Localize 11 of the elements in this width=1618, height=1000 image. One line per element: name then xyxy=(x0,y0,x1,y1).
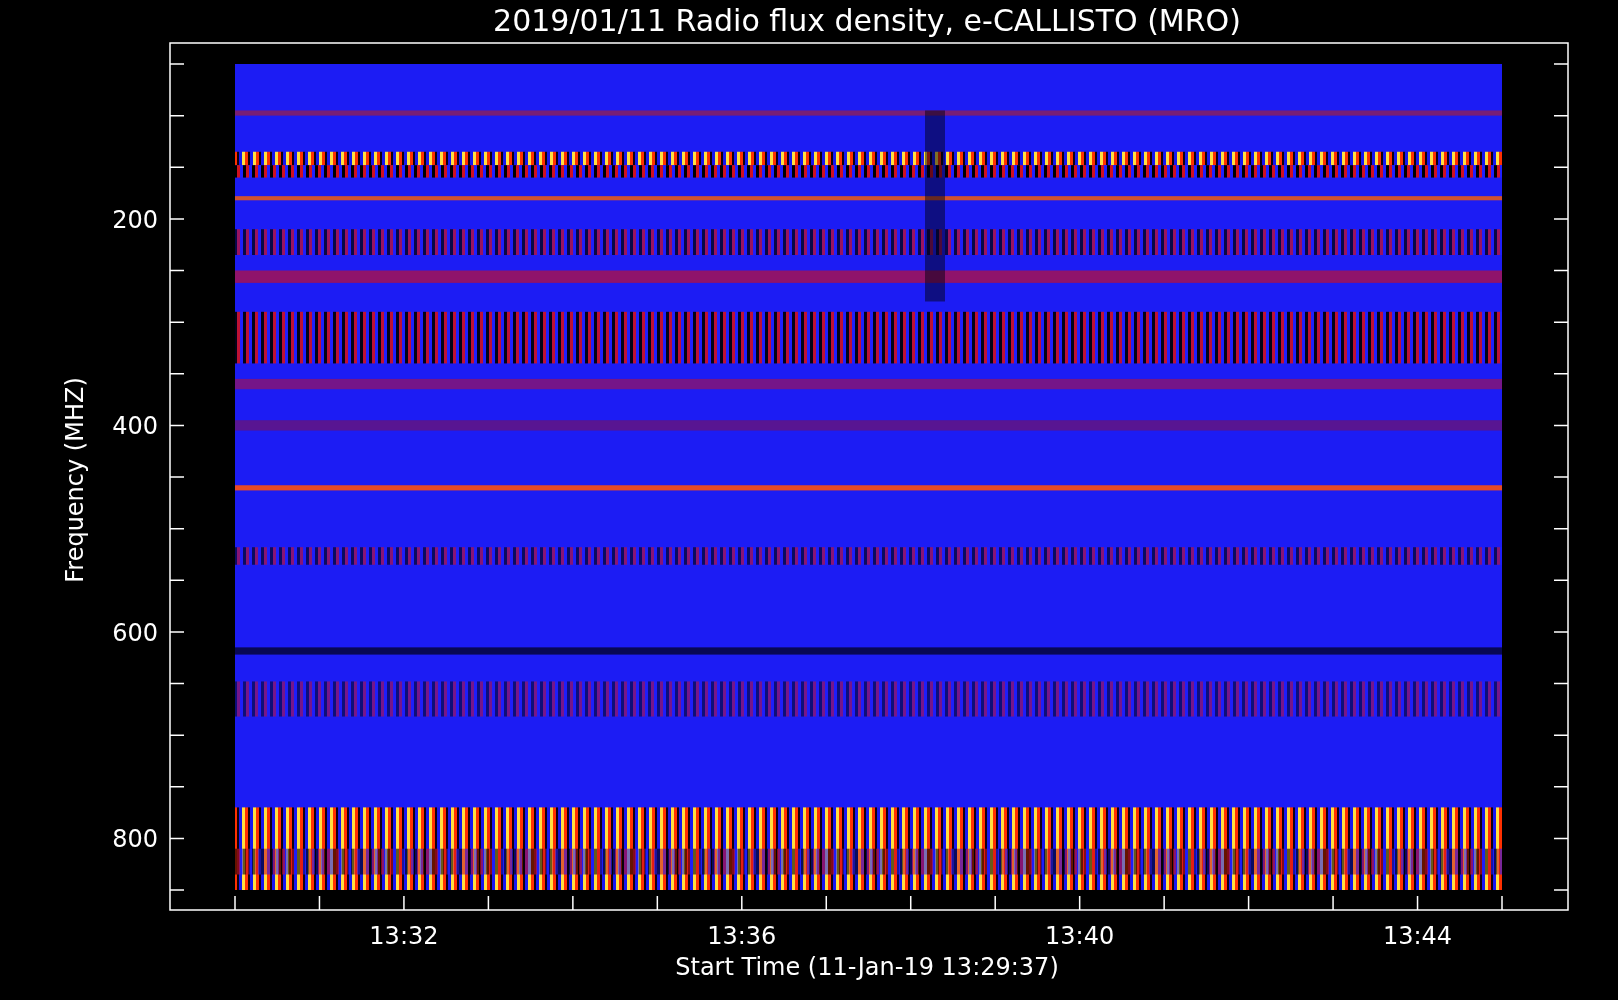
y-tick-label: 800 xyxy=(112,825,158,854)
chart-title: 2019/01/11 Radio flux density, e-CALLISTO (MRO) xyxy=(493,3,1241,38)
x-tick-label: 13:36 xyxy=(707,922,777,950)
y-axis-label: Frequency (MHZ) xyxy=(61,377,89,583)
y-tick-label: 600 xyxy=(112,618,158,647)
y-tick-label: 200 xyxy=(112,205,158,234)
x-axis-label: Start Time (11-Jan-19 13:29:37) xyxy=(675,953,1059,981)
x-tick-label: 13:32 xyxy=(369,922,439,950)
x-tick-label: 13:40 xyxy=(1045,922,1115,950)
y-tick-label: 400 xyxy=(112,412,158,441)
x-tick-label: 13:44 xyxy=(1382,922,1453,950)
